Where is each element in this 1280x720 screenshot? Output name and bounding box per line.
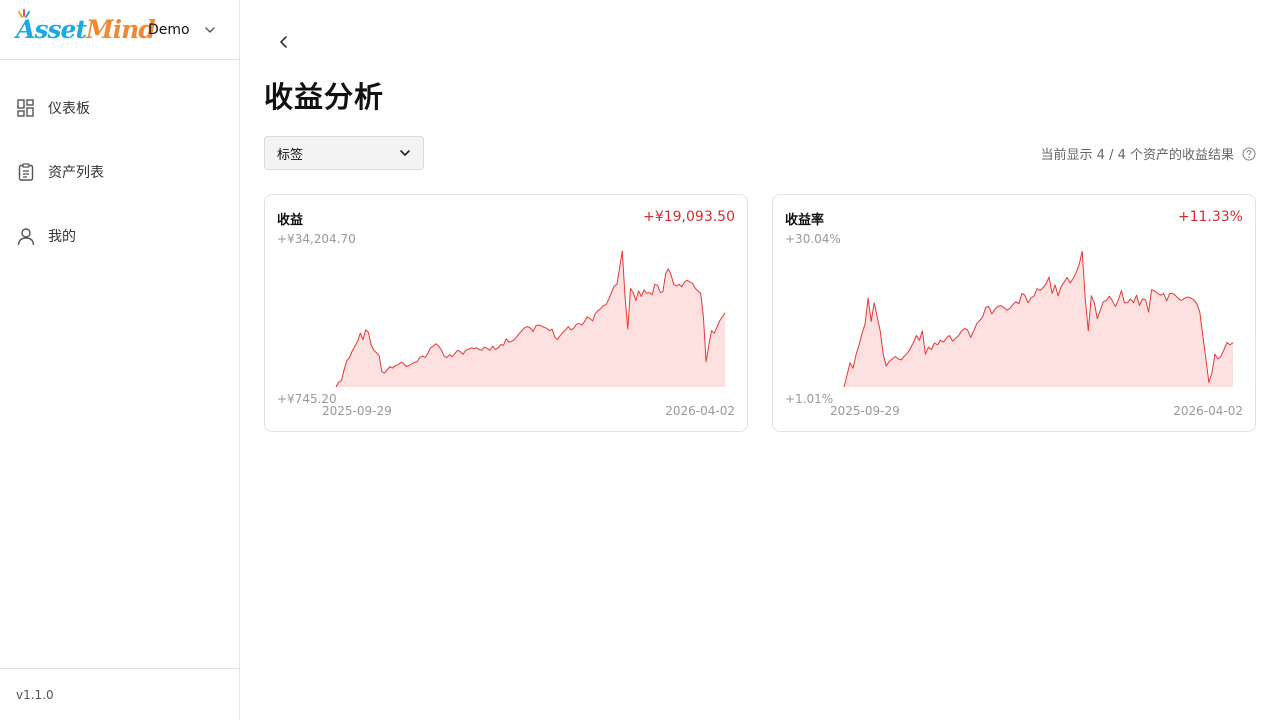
tag-filter-select[interactable]: 标签 — [264, 136, 424, 170]
card-value: +¥19,093.50 — [643, 209, 735, 225]
card-start-date: 2025-09-29 — [322, 404, 392, 418]
back-button[interactable] — [272, 30, 296, 54]
profit-chart — [335, 250, 726, 388]
card-value: +11.33% — [1177, 209, 1243, 225]
workspace-switcher[interactable]: Demo — [148, 0, 216, 60]
card-max-label: +30.04% — [785, 232, 841, 246]
sidebar-item-mine[interactable]: 我的 — [0, 204, 239, 268]
workspace-name: Demo — [148, 22, 190, 38]
card-title: 收益率 — [785, 213, 825, 228]
chevron-left-icon — [280, 36, 287, 48]
profit-rate-chart — [843, 250, 1234, 388]
clipboard-icon — [17, 163, 35, 181]
chart-area — [844, 251, 1233, 387]
app-logo[interactable]: AssetMind — [16, 9, 156, 44]
result-summary-text: 当前显示 4 / 4 个资产的收益结果 — [1040, 148, 1234, 163]
card-title: 收益 — [277, 213, 304, 228]
user-icon — [17, 227, 35, 245]
profit-rate-card: 收益率 +11.33% +30.04% +1.01% 2025-09-29 20… — [772, 194, 1256, 432]
dashboard-grid-icon — [17, 99, 35, 117]
card-end-date: 2026-04-02 — [1173, 404, 1243, 418]
card-min-label: +1.01% — [785, 392, 834, 406]
app-version: v1.1.0 — [16, 687, 54, 702]
sidebar-item-label: 仪表板 — [48, 101, 90, 117]
version-footer: v1.1.0 — [0, 668, 239, 720]
card-start-date: 2025-09-29 — [830, 404, 900, 418]
sidebar-item-label: 我的 — [48, 229, 76, 245]
chevron-down-icon — [400, 150, 410, 156]
logo-burst-icon — [18, 9, 30, 18]
sidebar-nav: 仪表板 资产列表 我的 — [0, 60, 239, 268]
chevron-down-icon — [204, 27, 215, 33]
result-summary: 当前显示 4 / 4 个资产的收益结果 — [1041, 144, 1256, 163]
sidebar-item-label: 资产列表 — [48, 165, 104, 181]
brand-header: AssetMind Demo — [0, 0, 239, 60]
sidebar-item-asset-list[interactable]: 资产列表 — [0, 140, 239, 204]
page-title: 收益分析 — [264, 80, 385, 114]
sidebar: AssetMind Demo 仪表板 资产列表 我的 v1.1.0 — [0, 0, 240, 720]
help-icon[interactable] — [1242, 146, 1256, 161]
profit-card: 收益 +¥19,093.50 +¥34,204.70 +¥745.20 2025… — [264, 194, 748, 432]
tag-filter-value: 标签 — [277, 147, 304, 163]
main-content: 收益分析 标签 当前显示 4 / 4 个资产的收益结果 收益 +¥19,093.… — [240, 0, 1280, 720]
logo-text-mind: Mind — [86, 15, 156, 44]
card-max-label: +¥34,204.70 — [277, 232, 356, 246]
sidebar-item-dashboard[interactable]: 仪表板 — [0, 76, 239, 140]
card-end-date: 2026-04-02 — [665, 404, 735, 418]
